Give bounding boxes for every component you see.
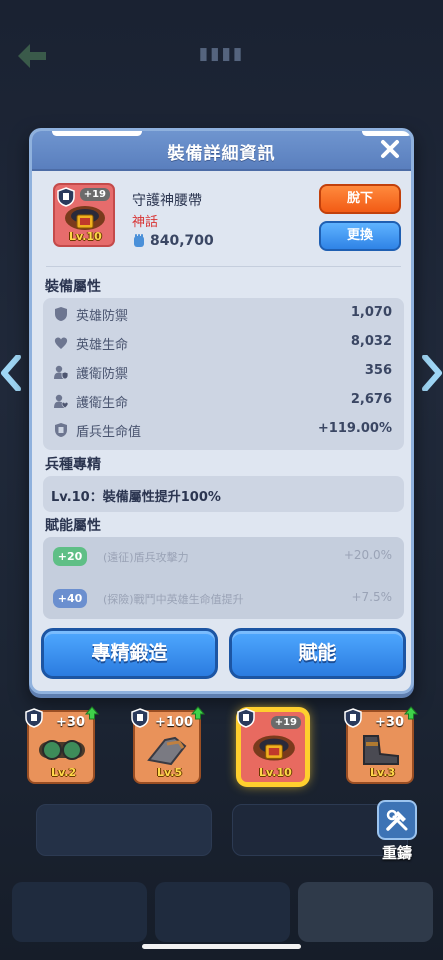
- background-title: ▮▮▮▮: [198, 44, 245, 64]
- talent-row: +40 (探險)戰鬥中英雄生命值提升 +7.5%: [43, 583, 404, 613]
- replace-button[interactable]: 更換: [319, 221, 401, 251]
- equipment-slot-gauntlet[interactable]: +100 Lv.5: [131, 706, 205, 784]
- attribute-row: 英雄生命 8,032: [43, 329, 404, 358]
- item-rarity: 神話: [132, 215, 159, 230]
- specialization-panel: Lv.10：裝備屬性提升100%: [43, 476, 404, 512]
- slot-level-tag: Lv.2: [51, 766, 77, 779]
- item-level-tag: Lv.10: [69, 230, 102, 243]
- slot-enhance-tag: +30: [56, 715, 85, 730]
- goggles-icon: [39, 740, 85, 760]
- item-name: 守護神腰帶: [132, 193, 202, 209]
- empower-button[interactable]: 賦能: [229, 628, 406, 679]
- shield-badge-icon: [131, 708, 149, 728]
- attributes-panel: 英雄防禦 1,070 英雄生命 8,032 護衛防禦 356 護衛生命 2,67…: [43, 298, 404, 450]
- slot-level-tag: Lv.10: [259, 766, 292, 779]
- belt-icon: [253, 735, 295, 761]
- divider: [46, 266, 401, 267]
- attribute-label: 盾兵生命值: [76, 425, 142, 440]
- shield-soldier-icon: [55, 423, 67, 437]
- attribute-row: 盾兵生命值 +119.00%: [43, 416, 404, 445]
- close-icon[interactable]: [379, 138, 401, 160]
- item-thumbnail: +19 Lv.10: [53, 183, 115, 247]
- reforge-label: 重鑄: [381, 844, 412, 862]
- attribute-value: 356: [364, 363, 392, 378]
- forge-button[interactable]: 專精鍛造: [41, 628, 218, 679]
- talent-panel[interactable]: +20 (遠征)盾兵攻擊力 +20.0% +40 (探險)戰鬥中英雄生命值提升 …: [43, 537, 404, 619]
- attributes-title: 裝備屬性: [45, 279, 101, 295]
- unequip-button[interactable]: 脫下: [319, 184, 401, 214]
- talent-title: 賦能屬性: [45, 518, 101, 534]
- background-tab: [12, 882, 147, 942]
- talent-badge: +40: [53, 589, 87, 608]
- specialization-title: 兵種專精: [45, 457, 101, 473]
- guard-health-icon: [54, 394, 69, 409]
- attribute-value: 2,676: [350, 392, 392, 407]
- attribute-label: 英雄生命: [76, 338, 129, 353]
- attribute-row: 英雄防禦 1,070: [43, 300, 404, 329]
- attribute-row: 護衛生命 2,676: [43, 387, 404, 416]
- slot-level-tag: Lv.5: [157, 766, 183, 779]
- talent-label: (遠征)盾兵攻擊力: [103, 551, 189, 564]
- slot-enhance-tag: +19: [270, 716, 301, 729]
- shield-icon: [55, 307, 67, 321]
- talent-badge: +20: [53, 547, 87, 566]
- attribute-label: 護衛防禦: [76, 367, 129, 382]
- shield-badge-icon: [344, 708, 362, 728]
- modal-title: 裝備詳細資訊: [167, 144, 276, 164]
- boots-icon: [363, 735, 399, 765]
- item-power: 840,700: [150, 233, 214, 249]
- slot-level-tag: Lv.3: [370, 766, 396, 779]
- attribute-label: 英雄防禦: [76, 309, 129, 324]
- home-indicator[interactable]: [142, 944, 301, 949]
- attribute-value: 8,032: [350, 334, 392, 349]
- shield-badge-icon: [25, 708, 43, 728]
- shield-badge-icon: [237, 708, 255, 728]
- item-enhance-tag: +19: [79, 188, 110, 201]
- attribute-row: 護衛防禦 356: [43, 358, 404, 387]
- background-tab: [155, 882, 290, 942]
- belt-icon: [65, 206, 105, 230]
- snow-decoration: [362, 131, 411, 136]
- hammer-wrench-icon: [386, 809, 408, 831]
- slot-enhance-tag: +100: [154, 715, 193, 730]
- power-fist-icon: [134, 234, 144, 247]
- attribute-value: +119.00%: [317, 421, 392, 436]
- snow-decoration: [52, 131, 142, 136]
- talent-label: (探險)戰鬥中英雄生命值提升: [103, 593, 244, 606]
- reforge-button[interactable]: [377, 800, 417, 840]
- talent-row: +20 (遠征)盾兵攻擊力 +20.0%: [43, 541, 404, 571]
- background-tab: [298, 882, 433, 942]
- equipment-detail-modal: 裝備詳細資訊 +19 Lv.10 守護神腰帶 神話 840,700 脫下 更換 …: [29, 128, 414, 694]
- prev-arrow-icon[interactable]: [0, 355, 22, 391]
- next-arrow-icon[interactable]: [421, 355, 443, 391]
- gauntlet-icon: [147, 736, 187, 766]
- attribute-label: 護衛生命: [76, 396, 129, 411]
- background-button: [36, 804, 212, 856]
- equipment-slot-goggles[interactable]: +30 Lv.2: [25, 706, 99, 784]
- guard-defense-icon: [54, 365, 69, 380]
- talent-value: +7.5%: [351, 590, 392, 604]
- slot-enhance-tag: +30: [375, 715, 404, 730]
- attribute-value: 1,070: [350, 305, 392, 320]
- modal-header: 裝備詳細資訊: [32, 131, 411, 171]
- equipment-slot-belt[interactable]: +19 Lv.10: [237, 708, 307, 784]
- equipment-slot-boots[interactable]: +30 Lv.3: [344, 706, 418, 784]
- talent-value: +20.0%: [343, 548, 392, 562]
- specialization-text: Lv.10：裝備屬性提升100%: [51, 490, 221, 505]
- heart-icon: [54, 337, 68, 349]
